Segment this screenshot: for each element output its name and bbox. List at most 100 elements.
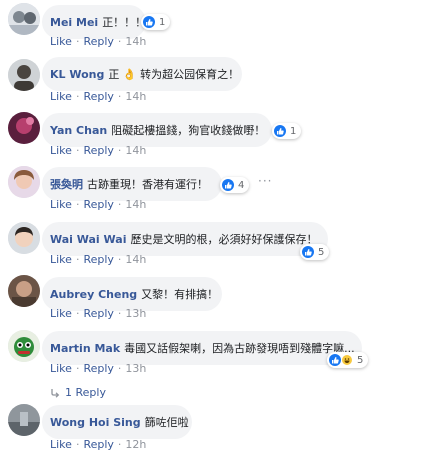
avatar[interactable] [8,112,40,144]
comment-text: 又黎！有排搞！ [141,288,219,301]
comment-author[interactable]: 張奐明 [50,176,83,192]
reaction-number: 5 [357,354,364,366]
timestamp[interactable]: 14h [125,253,146,266]
avatar[interactable] [8,275,40,307]
like-reaction-icon [329,354,341,366]
reaction-count[interactable]: 4 [220,177,250,193]
reply-link[interactable]: Reply [83,362,113,375]
separator: · [75,253,80,266]
separator: · [117,253,122,266]
reaction-count[interactable]: 5 [327,352,369,368]
reply-link[interactable]: Reply [83,35,113,48]
comment-bubble: KL Wong 正 👌 转为超公园保育之！ [42,57,242,91]
comment-actions: Like · Reply · 12h [50,438,146,451]
like-link[interactable]: Like [50,90,72,103]
reaction-count[interactable]: 5 [300,244,330,260]
like-link[interactable]: Like [50,253,72,266]
like-link[interactable]: Like [50,362,72,375]
comment-author[interactable]: Martin Mak [50,342,120,355]
timestamp[interactable]: 14h [125,35,146,48]
avatar[interactable] [8,404,40,436]
separator: · [117,307,122,320]
like-link[interactable]: Like [50,307,72,320]
comment-actions: Like · Reply · 14h [50,90,146,103]
comment-actions: Like · Reply · 14h [50,198,146,211]
timestamp[interactable]: 14h [125,198,146,211]
separator: · [117,198,122,211]
separator: · [117,35,122,48]
comment-author[interactable]: Mei Mei [50,16,98,29]
avatar[interactable] [8,3,40,35]
timestamp[interactable]: 14h [125,90,146,103]
separator: · [117,438,122,451]
avatar[interactable] [8,166,40,198]
comment-actions: Like · Reply · 14h [50,253,146,266]
reply-link[interactable]: Reply [83,144,113,157]
like-reaction-icon [222,179,234,191]
comment-text: 阻礙起樓搵錢，狗官收錢做嘢！ [111,124,266,137]
reaction-number: 1 [159,16,166,28]
reaction-number: 4 [238,179,245,191]
reaction-count[interactable]: 1 [272,123,302,139]
separator: · [75,438,80,451]
comment-text: 毒國又話假架喇，因為古跡發現唔到殘體字嘛... [124,342,355,355]
separator: · [117,362,122,375]
like-reaction-icon [274,125,286,137]
comment-bubble: Wong Hoi Sing 篩咗佢啦 [42,405,192,439]
view-replies-link[interactable]: 1 Reply [50,386,106,399]
comment-bubble: 張奐明 古跡重現！香港有運行！ [42,167,222,201]
comment-bubble: Mei Mei 正！！！ [42,5,146,39]
comment-actions: Like · Reply · 13h [50,307,146,320]
reaction-number: 1 [290,125,297,137]
avatar[interactable] [8,59,40,91]
separator: · [75,144,80,157]
comment-author[interactable]: Aubrey Cheng [50,288,137,301]
avatar[interactable] [8,330,40,362]
separator: · [117,144,122,157]
comment-text: 古跡重現！香港有運行！ [87,178,208,191]
reply-link[interactable]: Reply [83,253,113,266]
like-link[interactable]: Like [50,438,72,451]
like-link[interactable]: Like [50,144,72,157]
reply-link[interactable]: Reply [83,438,113,451]
timestamp[interactable]: 13h [125,362,146,375]
separator: · [75,90,80,103]
comment-author[interactable]: Yan Chan [50,124,107,137]
comment-actions: Like · Reply · 14h [50,35,146,48]
avatar[interactable] [8,222,40,254]
separator: · [75,198,80,211]
comment-text: 歷史是文明的根，必須好好保護保存！ [130,233,318,246]
comment-author[interactable]: Wong Hoi Sing [50,416,141,429]
timestamp[interactable]: 12h [125,438,146,451]
separator: · [75,307,80,320]
comment-author[interactable]: KL Wong [50,68,104,81]
comment-author[interactable]: Wai Wai Wai [50,233,126,246]
replies-label: 1 Reply [65,386,106,399]
more-options-icon[interactable]: ··· [258,174,272,188]
reaction-number: 5 [318,246,325,258]
separator: · [75,35,80,48]
comment-actions: Like · Reply · 14h [50,144,146,157]
haha-reaction-icon [341,354,353,366]
reply-link[interactable]: Reply [83,198,113,211]
like-link[interactable]: Like [50,35,72,48]
reply-link[interactable]: Reply [83,90,113,103]
comment-actions: Like · Reply · 13h [50,362,146,375]
comment-text: 篩咗佢啦 [144,416,189,429]
comment-text: 正！！！ [102,16,147,29]
comment-bubble: Wai Wai Wai 歷史是文明的根，必須好好保護保存！ [42,222,328,256]
reply-arrow-icon [50,388,60,398]
timestamp[interactable]: 14h [125,144,146,157]
timestamp[interactable]: 13h [125,307,146,320]
comment-bubble: Aubrey Cheng 又黎！有排搞！ [42,277,222,311]
like-reaction-icon [302,246,314,258]
reply-link[interactable]: Reply [83,307,113,320]
comment-bubble: Yan Chan 阻礙起樓搵錢，狗官收錢做嘢！ [42,113,272,147]
like-link[interactable]: Like [50,198,72,211]
separator: · [117,90,122,103]
like-reaction-icon [143,16,155,28]
comment-text: 正 👌 转为超公园保育之！ [108,68,240,81]
reaction-count[interactable]: 1 [141,14,171,30]
comment-bubble: Martin Mak 毒國又話假架喇，因為古跡發現唔到殘體字嘛... [42,331,362,365]
separator: · [75,362,80,375]
